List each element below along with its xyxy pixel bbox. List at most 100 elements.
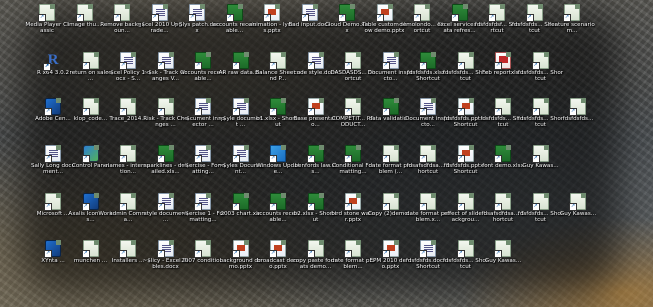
- desktop-icon[interactable]: ↗ Guy Kawas...: [555, 193, 601, 237]
- doc-icon: ↗: [231, 98, 249, 116]
- shortcut-arrow-icon: ↗: [44, 155, 52, 163]
- shortcut-arrow-icon: ↗: [231, 203, 240, 211]
- shortcut-arrow-icon: ↗: [419, 62, 427, 70]
- shortcut-arrow-icon: ↗: [44, 250, 52, 258]
- desktop-icon[interactable]: ↗ feature scenario m...: [549, 4, 595, 48]
- shortcut-arrow-icon: ↗: [194, 155, 202, 163]
- file-icon: ↗: [381, 145, 399, 163]
- excel-icon: ↗: [344, 145, 361, 163]
- shortcut-arrow-icon: ↗: [344, 203, 352, 211]
- desktop-icon[interactable]: ↗ Guy Kawas...: [480, 240, 526, 284]
- file-icon: ↗: [119, 240, 136, 258]
- shortcut-arrow-icon: ↗: [569, 203, 577, 211]
- shortcut-arrow-icon: ↗: [194, 108, 202, 116]
- shortcut-arrow-icon: ↗: [269, 108, 277, 116]
- file-icon: ↗: [75, 4, 93, 22]
- shortcut-arrow-icon: ↗: [494, 203, 502, 211]
- shortcut-arrow-icon: ↗: [300, 14, 309, 22]
- file-icon: ↗: [44, 193, 61, 211]
- file-icon: ↗: [306, 240, 324, 258]
- shortcut-arrow-icon: ↗: [119, 62, 127, 70]
- file-icon: ↗: [531, 52, 549, 70]
- shortcut-arrow-icon: ↗: [81, 108, 90, 116]
- excel-icon: ↗: [306, 145, 324, 163]
- shortcut-arrow-icon: ↗: [531, 203, 540, 211]
- shortcut-arrow-icon: ↗: [119, 155, 127, 163]
- shortcut-arrow-icon: ↗: [569, 108, 577, 116]
- shortcut-arrow-icon: ↗: [225, 14, 234, 22]
- ppt-icon: ↗: [456, 145, 474, 163]
- desktop: ↗ Media Player Classic ↗ image thu... ↗ Remov…: [0, 0, 653, 307]
- excel-icon: ↗: [269, 193, 286, 211]
- shortcut-arrow-icon: ↗: [456, 155, 465, 163]
- ppt-icon: ↗: [263, 4, 280, 22]
- shortcut-arrow-icon: ↗: [456, 250, 465, 258]
- file-icon: ↗: [563, 4, 580, 22]
- desktop-icon-label: fdsfdsfds... Shortcut: [517, 70, 564, 83]
- shortcut-arrow-icon: ↗: [119, 203, 127, 211]
- shortcut-arrow-icon: ↗: [306, 203, 315, 211]
- file-icon: ↗: [113, 4, 130, 22]
- shortcut-arrow-icon: ↗: [494, 155, 502, 163]
- doc-icon: ↗: [194, 98, 211, 116]
- file-icon: ↗: [419, 145, 436, 163]
- desktop-icon[interactable]: ↗ fdsfdsfds...: [555, 98, 601, 142]
- desktop-icon-label: Guy Kawas...: [522, 163, 559, 169]
- ppt-icon: ↗: [269, 240, 286, 258]
- excel-icon: ↗: [381, 98, 399, 116]
- doc-icon: ↗: [150, 4, 168, 22]
- doc-icon: ↗: [194, 145, 211, 163]
- shortcut-arrow-icon: ↗: [381, 203, 390, 211]
- excel-icon: ↗: [419, 52, 436, 70]
- shortcut-arrow-icon: ↗: [44, 108, 52, 116]
- shortcut-arrow-icon: ↗: [419, 250, 427, 258]
- excel-icon: ↗: [306, 193, 324, 211]
- shortcut-arrow-icon: ↗: [419, 155, 427, 163]
- file-icon: ↗: [569, 193, 586, 211]
- excel-icon: ↗: [450, 4, 468, 22]
- file-icon: ↗: [119, 193, 136, 211]
- shortcut-arrow-icon: ↗: [413, 14, 421, 22]
- file-icon: ↗: [119, 145, 136, 163]
- file-icon: ↗: [456, 193, 474, 211]
- doc-icon: ↗: [306, 52, 324, 70]
- excel-icon: ↗: [269, 98, 286, 116]
- shortcut-arrow-icon: ↗: [456, 203, 465, 211]
- r-icon: R ↗: [43, 52, 59, 71]
- desktop-icon[interactable]: ↗ fdsfdsfds... Shortcut: [518, 52, 564, 96]
- ppt-icon: ↗: [381, 240, 399, 258]
- file-icon: ↗: [569, 98, 586, 116]
- shortcut-arrow-icon: ↗: [156, 108, 165, 116]
- red-icon: ↗: [494, 52, 511, 70]
- shortcut-arrow-icon: ↗: [381, 108, 390, 116]
- file-icon: ↗: [156, 98, 174, 116]
- shortcut-arrow-icon: ↗: [231, 155, 240, 163]
- shortcut-arrow-icon: ↗: [306, 155, 315, 163]
- shortcut-arrow-icon: ↗: [563, 14, 571, 22]
- shortcut-arrow-icon: ↗: [231, 108, 240, 116]
- win-icon: ↗: [269, 145, 286, 163]
- file-icon: ↗: [456, 52, 474, 70]
- app-icon: ↗: [44, 240, 61, 258]
- shortcut-arrow-icon: ↗: [44, 203, 52, 211]
- desktop-icon[interactable]: ↗ Guy Kawas...: [518, 145, 564, 189]
- app-icon: ↗: [81, 193, 99, 211]
- doc-icon: ↗: [231, 145, 249, 163]
- file-icon: ↗: [494, 240, 511, 258]
- file-icon: ↗: [194, 240, 211, 258]
- ppt-icon: ↗: [306, 98, 324, 116]
- shortcut-arrow-icon: ↗: [38, 14, 46, 22]
- ppt-icon: ↗: [456, 98, 474, 116]
- shortcut-arrow-icon: ↗: [231, 250, 240, 258]
- shortcut-arrow-icon: ↗: [43, 63, 51, 71]
- excel-icon: ↗: [231, 52, 249, 70]
- shortcut-arrow-icon: ↗: [269, 250, 277, 258]
- file-icon: ↗: [413, 4, 430, 22]
- file-icon: ↗: [81, 240, 99, 258]
- excel-icon: ↗: [225, 4, 243, 22]
- shortcut-arrow-icon: ↗: [494, 108, 502, 116]
- shortcut-arrow-icon: ↗: [269, 203, 277, 211]
- shortcut-arrow-icon: ↗: [194, 250, 202, 258]
- shortcut-arrow-icon: ↗: [306, 250, 315, 258]
- ppt-icon: ↗: [344, 193, 361, 211]
